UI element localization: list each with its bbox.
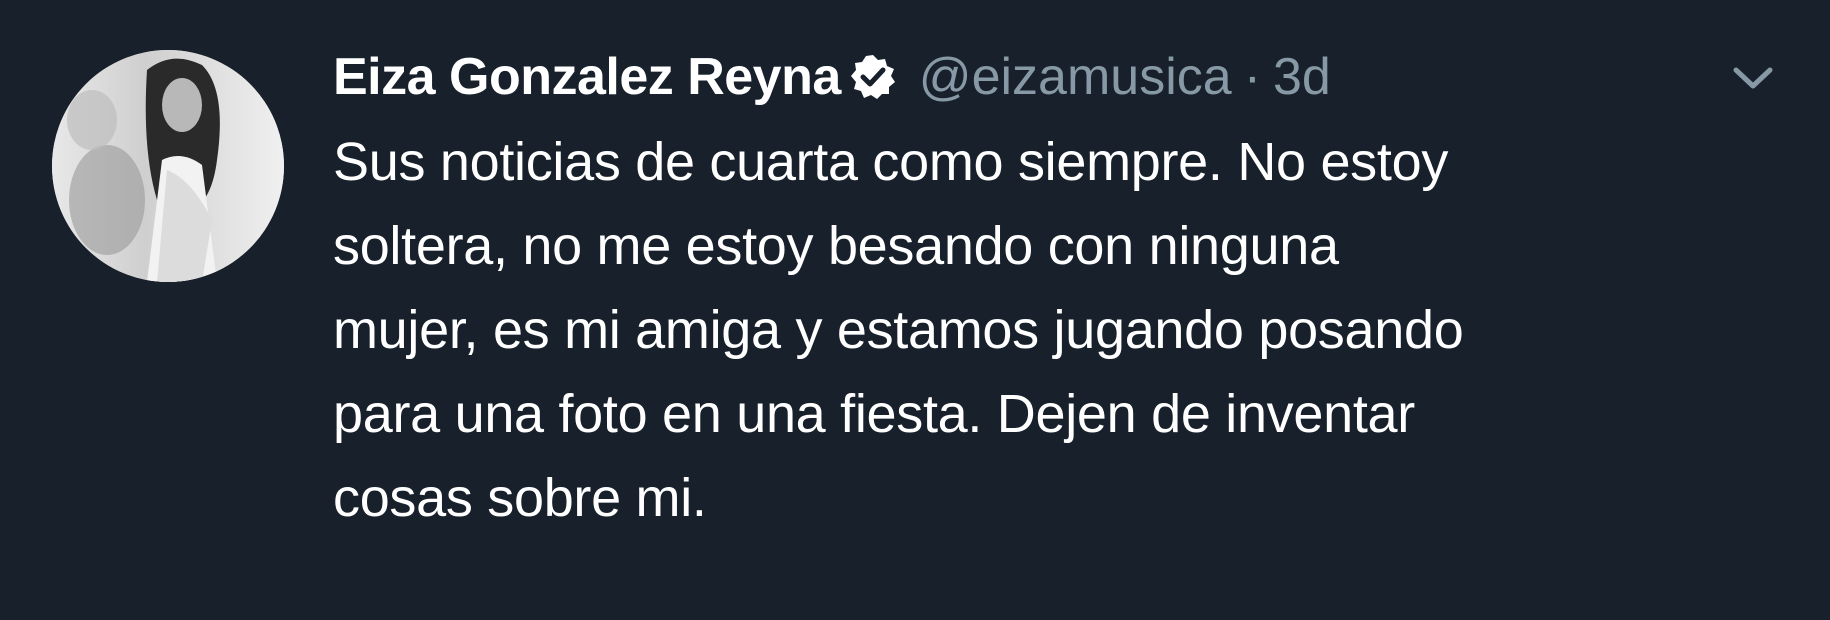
tweet-text: Sus noticias de cuarta como siempre. No … — [333, 120, 1783, 540]
tweet-card[interactable]: Eiza Gonzalez Reyna @eizamusica · 3d Sus… — [0, 0, 1830, 620]
user-handle[interactable]: @eizamusica — [919, 47, 1232, 107]
tweet-text-line: Sus noticias de cuarta como siempre. No … — [333, 132, 1449, 192]
separator-dot: · — [1243, 48, 1262, 106]
tweet-content: Eiza Gonzalez Reyna @eizamusica · 3d Sus… — [333, 38, 1773, 540]
tweet-text-line: para una foto en una fiesta. Dejen de in… — [333, 384, 1415, 444]
chevron-down-icon[interactable] — [1730, 62, 1776, 92]
tweet-timestamp[interactable]: 3d — [1273, 47, 1331, 107]
avatar[interactable] — [52, 50, 284, 282]
tweet-text-line: cosas sobre mi. — [333, 468, 707, 528]
display-name[interactable]: Eiza Gonzalez Reyna — [333, 47, 841, 107]
tweet-header: Eiza Gonzalez Reyna @eizamusica · 3d — [333, 38, 1773, 116]
tweet-text-line: mujer, es mi amiga y estamos jugando pos… — [333, 300, 1464, 360]
verified-badge-icon — [849, 53, 897, 101]
tweet-text-line: soltera, no me estoy besando con ninguna — [333, 216, 1339, 276]
